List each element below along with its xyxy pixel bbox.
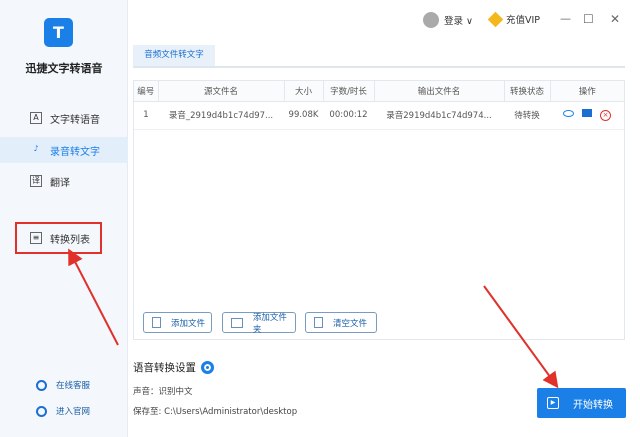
arrow-to-conversion-list — [68, 248, 119, 346]
arrow-to-start-button — [483, 285, 559, 389]
annotation-arrows — [68, 248, 559, 389]
